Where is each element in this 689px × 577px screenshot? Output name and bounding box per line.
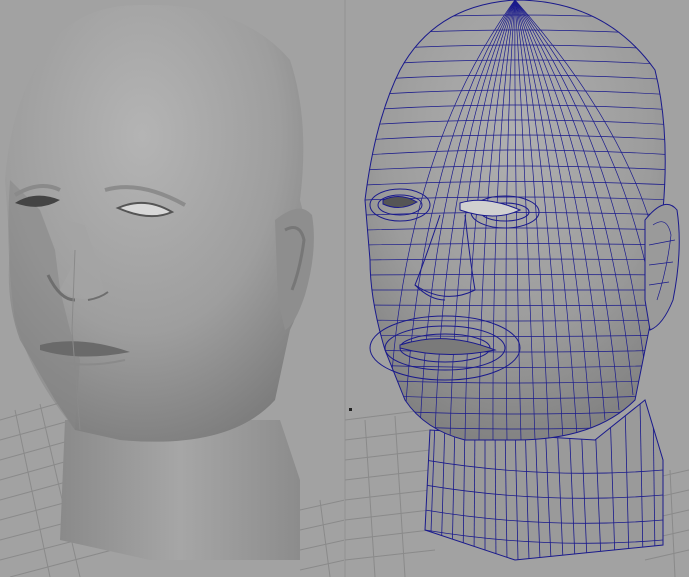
shaded-viewport-canvas: [0, 4, 345, 577]
pivot-marker: [349, 408, 352, 411]
viewport-panel-shaded[interactable]: [0, 0, 345, 577]
wireframe-viewport-canvas: [345, 0, 689, 577]
3d-viewport[interactable]: [0, 0, 689, 577]
viewport-panel-wireframe[interactable]: [345, 0, 689, 577]
